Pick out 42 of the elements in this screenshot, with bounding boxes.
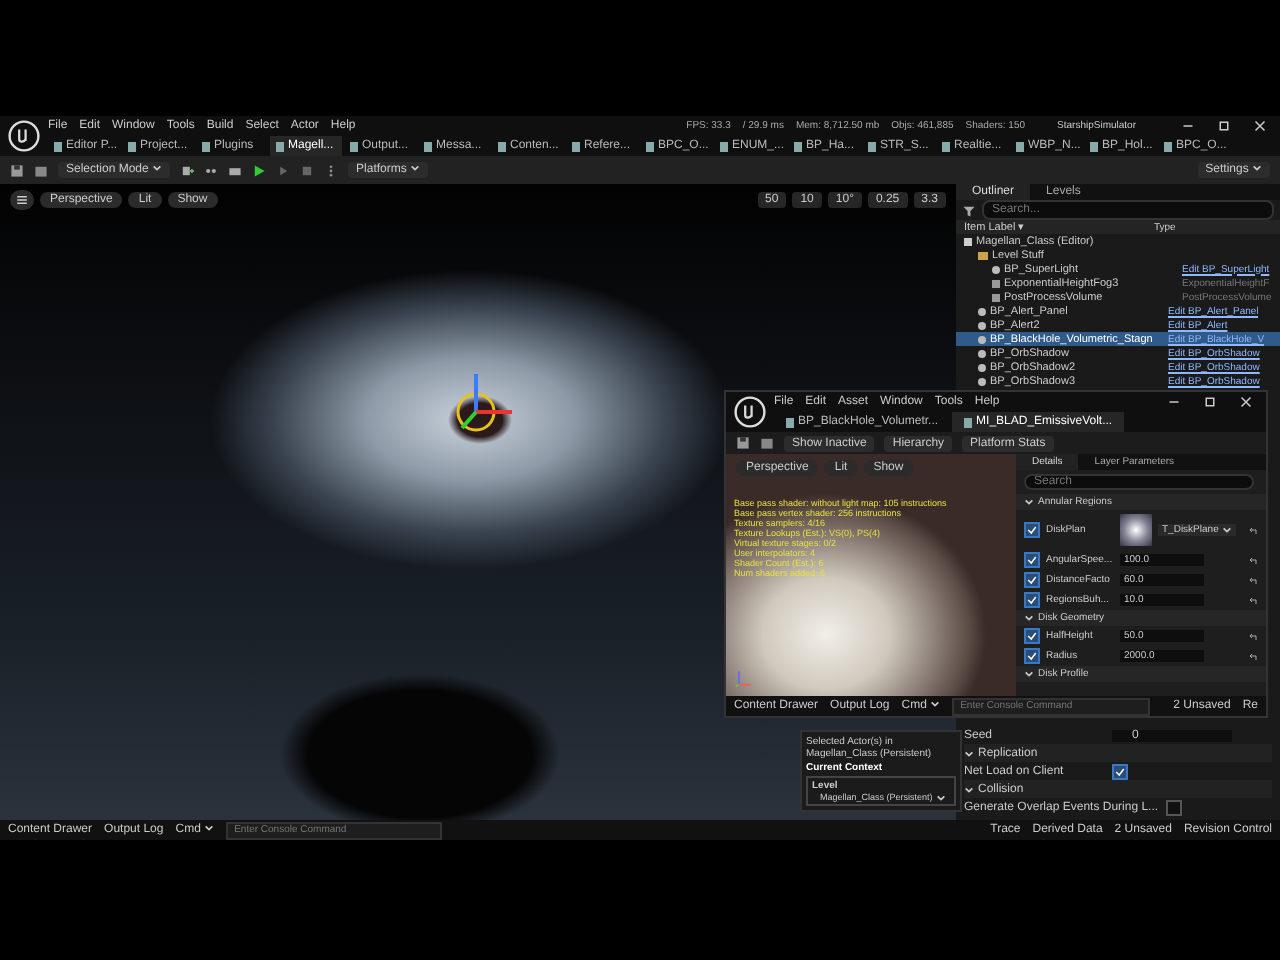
- reset-icon[interactable]: [1248, 631, 1258, 641]
- checkbox[interactable]: [1024, 628, 1040, 644]
- reset-icon[interactable]: [1248, 555, 1258, 565]
- caret-icon[interactable]: [1024, 614, 1034, 622]
- content-browser-icon[interactable]: [34, 163, 48, 177]
- blueprint-icon[interactable]: [204, 163, 219, 177]
- axis-icon: [734, 668, 754, 688]
- checkbox[interactable]: [1166, 799, 1183, 815]
- material-preview[interactable]: [726, 454, 1016, 696]
- caret-icon: [1252, 164, 1262, 173]
- caret-icon: [152, 164, 163, 173]
- caret-icon[interactable]: [964, 785, 974, 793]
- caret-icon: [930, 700, 941, 709]
- save-icon[interactable]: [736, 436, 750, 450]
- checkbox[interactable]: [1024, 572, 1040, 588]
- step-icon[interactable]: [276, 163, 291, 177]
- stop-icon[interactable]: [300, 163, 315, 177]
- caret-icon: [410, 164, 421, 173]
- play-icon[interactable]: [252, 163, 267, 177]
- caret-icon[interactable]: [1024, 670, 1034, 678]
- reset-icon[interactable]: [1248, 575, 1258, 585]
- checkbox[interactable]: [1024, 592, 1040, 608]
- add-actor-icon[interactable]: [180, 163, 195, 177]
- checkbox[interactable]: [1024, 552, 1040, 568]
- caret-icon: [935, 793, 946, 802]
- caret-icon: [1221, 525, 1232, 534]
- save-icon[interactable]: [10, 163, 24, 177]
- reset-icon[interactable]: [1248, 595, 1258, 605]
- engine-logo-icon[interactable]: [8, 120, 40, 152]
- caret-icon: [204, 824, 215, 833]
- checkbox[interactable]: [1024, 648, 1040, 664]
- cinematics-icon[interactable]: [228, 163, 243, 177]
- caret-icon[interactable]: [1024, 498, 1034, 506]
- caret-icon[interactable]: [964, 749, 974, 757]
- content-browser-icon[interactable]: [760, 436, 774, 450]
- reset-icon[interactable]: [1248, 525, 1258, 535]
- checkbox[interactable]: [1024, 522, 1040, 538]
- menu-icon[interactable]: [10, 190, 34, 210]
- texture-thumbnail[interactable]: [1120, 514, 1152, 546]
- checkbox[interactable]: [1112, 763, 1128, 779]
- engine-logo-icon[interactable]: [734, 396, 766, 428]
- reset-icon[interactable]: [1248, 651, 1258, 661]
